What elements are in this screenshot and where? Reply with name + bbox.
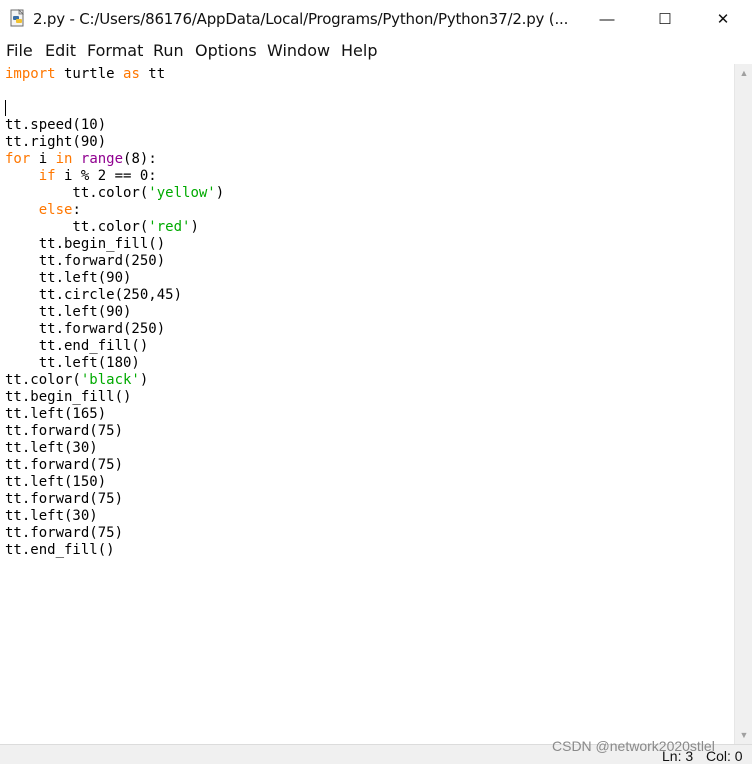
scroll-up-arrow-icon[interactable]: ▲ [735,64,752,82]
code-line: tt.end_fill() [5,542,115,558]
scroll-down-arrow-icon[interactable]: ▼ [735,726,752,744]
code-line: tt.left(90) [5,270,132,286]
code-line: tt.forward(250) [5,321,166,337]
code-line: tt.end_fill() [5,338,149,354]
menu-window[interactable]: Window [267,41,330,60]
code-line: tt.forward(75) [5,423,124,439]
title-bar: 2.py - C:/Users/86176/AppData/Local/Prog… [0,0,752,38]
code-line: tt.forward(250) [5,253,166,269]
code-line: else: [38,202,81,218]
menu-run[interactable]: Run [153,41,184,60]
code-editor[interactable]: import turtle as tt tt.speed(10) tt.right(… [0,64,734,744]
code-line: tt.color('black') [5,372,149,388]
window-title: 2.py - C:/Users/86176/AppData/Local/Prog… [33,10,569,28]
code-line: tt.forward(75) [5,525,124,541]
code-line: tt.left(165) [5,406,107,422]
code-line: tt.left(90) [5,304,132,320]
code-line: tt.left(180) [5,355,140,371]
python-file-icon [10,9,24,27]
close-button[interactable]: ✕ [694,0,752,38]
code-line: tt.left(30) [5,440,98,456]
menu-bar: File Edit Format Run Options Window Help [0,38,752,65]
code-line: tt.forward(75) [5,491,124,507]
maximize-icon: ☐ [658,11,672,28]
code-line: tt.begin_fill() [5,236,166,252]
menu-edit[interactable]: Edit [45,41,76,60]
maximize-button[interactable]: ☐ [636,0,694,38]
menu-file[interactable]: File [6,41,33,60]
code-line: for i in range(8): [5,151,157,167]
minimize-button[interactable]: — [578,0,636,38]
code-line: tt.forward(75) [5,457,124,473]
text-cursor [5,100,6,116]
menu-format[interactable]: Format [87,41,143,60]
code-line: if i % 2 == 0: [38,168,157,184]
close-icon: ✕ [716,11,730,28]
menu-options[interactable]: Options [195,41,257,60]
code-line: tt.left(150) [5,474,107,490]
code-line: tt.color('yellow') [5,185,225,201]
code-line: tt.circle(250,45) [5,287,183,303]
code-line: tt.left(30) [5,508,98,524]
code-line: tt.speed(10) [5,117,107,133]
code-line: tt.right(90) [5,134,107,150]
vertical-scrollbar[interactable]: ▲ ▼ [734,64,752,744]
minimize-icon: — [599,10,615,28]
code-line: import turtle as tt [5,66,166,82]
code-line: tt.begin_fill() [5,389,132,405]
menu-help[interactable]: Help [341,41,377,60]
watermark: CSDN @network2020stlel [552,738,715,754]
code-line: tt.color('red') [5,219,199,235]
